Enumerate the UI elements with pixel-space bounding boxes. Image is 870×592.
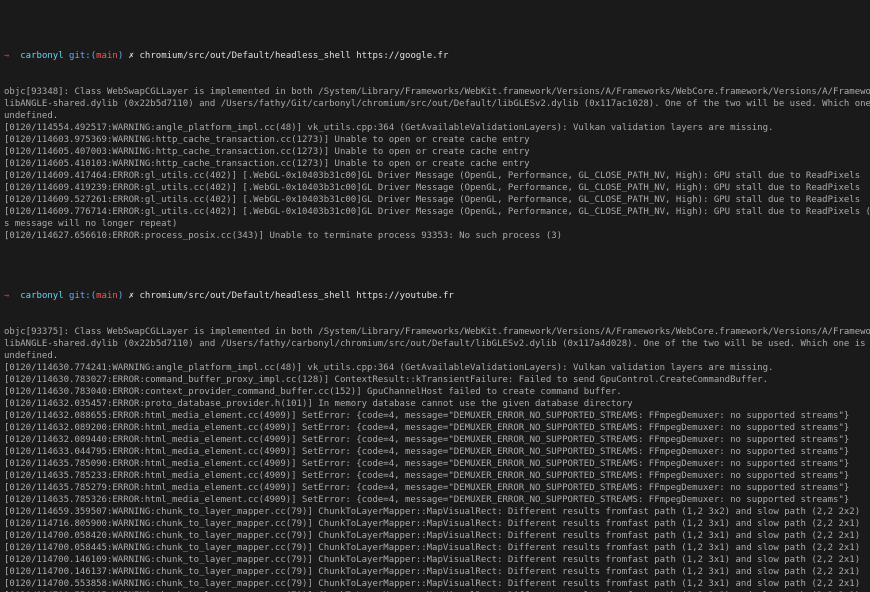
log-line: [0120/114700.146109:WARNING:chunk_to_lay… bbox=[4, 554, 866, 566]
log-line: [0120/114627.656610:ERROR:process_posix.… bbox=[4, 230, 866, 242]
log-line: [0120/114632.089440:ERROR:html_media_ele… bbox=[4, 434, 866, 446]
log-line: libANGLE-shared.dylib (0x22b5d7110) and … bbox=[4, 98, 866, 110]
log-line: [0120/114633.044795:ERROR:html_media_ele… bbox=[4, 446, 866, 458]
log-block-1: objc[93348]: Class WebSwapCGLLayer is im… bbox=[4, 86, 866, 242]
log-line: objc[93348]: Class WebSwapCGLLayer is im… bbox=[4, 86, 866, 98]
log-line: [0120/114603.975369:WARNING:http_cache_t… bbox=[4, 134, 866, 146]
log-line: libANGLE-shared.dylib (0x22b5d7110) and … bbox=[4, 338, 866, 350]
log-line: [0120/114630.783027:ERROR:command_buffer… bbox=[4, 374, 866, 386]
log-line: [0120/114632.089200:ERROR:html_media_ele… bbox=[4, 422, 866, 434]
log-line: undefined. bbox=[4, 350, 866, 362]
terminal-output[interactable]: → carbonyl git:(main) ✗ chromium/src/out… bbox=[0, 0, 870, 592]
log-line: [0120/114630.783040:ERROR:context_provid… bbox=[4, 386, 866, 398]
log-line: [0120/114605.407003:WARNING:http_cache_t… bbox=[4, 146, 866, 158]
log-line: [0120/114609.776714:ERROR:gl_utils.cc(40… bbox=[4, 206, 866, 218]
log-line: [0120/114700.058420:WARNING:chunk_to_lay… bbox=[4, 530, 866, 542]
log-line: [0120/114609.417464:ERROR:gl_utils.cc(40… bbox=[4, 170, 866, 182]
log-line: [0120/114635.785279:ERROR:html_media_ele… bbox=[4, 482, 866, 494]
prompt-git-label: git:( bbox=[69, 291, 96, 301]
prompt-git-close: ) bbox=[118, 291, 123, 301]
log-line: [0120/114635.785326:ERROR:html_media_ele… bbox=[4, 494, 866, 506]
prompt-git-close: ) bbox=[118, 51, 123, 61]
prompt-git-label: git:( bbox=[69, 51, 96, 61]
log-line: [0120/114635.785233:ERROR:html_media_ele… bbox=[4, 470, 866, 482]
log-line: [0120/114659.359507:WARNING:chunk_to_lay… bbox=[4, 506, 866, 518]
log-line: [0120/114700.058445:WARNING:chunk_to_lay… bbox=[4, 542, 866, 554]
log-line: [0120/114632.035457:ERROR:proto_database… bbox=[4, 398, 866, 410]
log-line: s message will no longer repeat) bbox=[4, 218, 866, 230]
log-line: [0120/114605.410103:WARNING:http_cache_t… bbox=[4, 158, 866, 170]
log-line: [0120/114700.553858:WARNING:chunk_to_lay… bbox=[4, 578, 866, 590]
log-line: undefined. bbox=[4, 110, 866, 122]
log-line: [0120/114716.805900:WARNING:chunk_to_lay… bbox=[4, 518, 866, 530]
log-line: [0120/114609.527261:ERROR:gl_utils.cc(40… bbox=[4, 194, 866, 206]
log-line: objc[93375]: Class WebSwapCGLLayer is im… bbox=[4, 326, 866, 338]
log-block-2: objc[93375]: Class WebSwapCGLLayer is im… bbox=[4, 326, 866, 592]
prompt-dir: carbonyl bbox=[20, 51, 63, 61]
prompt-symbol: ✗ bbox=[129, 51, 134, 61]
log-line: [0120/114630.774241:WARNING:angle_platfo… bbox=[4, 362, 866, 374]
prompt-command: chromium/src/out/Default/headless_shell … bbox=[140, 51, 449, 61]
prompt-symbol: ✗ bbox=[129, 291, 134, 301]
prompt-branch: main bbox=[96, 51, 118, 61]
log-line: [0120/114635.785090:ERROR:html_media_ele… bbox=[4, 458, 866, 470]
prompt-line: → carbonyl git:(main) ✗ chromium/src/out… bbox=[4, 290, 866, 302]
prompt-command: chromium/src/out/Default/headless_shell … bbox=[140, 291, 454, 301]
prompt-branch: main bbox=[96, 291, 118, 301]
prompt-dir: carbonyl bbox=[20, 291, 63, 301]
log-line: [0120/114554.492517:WARNING:angle_platfo… bbox=[4, 122, 866, 134]
prompt-arrow-icon: → bbox=[4, 291, 9, 301]
prompt-line: → carbonyl git:(main) ✗ chromium/src/out… bbox=[4, 50, 866, 62]
log-line: [0120/114632.088655:ERROR:html_media_ele… bbox=[4, 410, 866, 422]
log-line: [0120/114609.419239:ERROR:gl_utils.cc(40… bbox=[4, 182, 866, 194]
log-line: [0120/114700.146137:WARNING:chunk_to_lay… bbox=[4, 566, 866, 578]
prompt-arrow-icon: → bbox=[4, 51, 9, 61]
